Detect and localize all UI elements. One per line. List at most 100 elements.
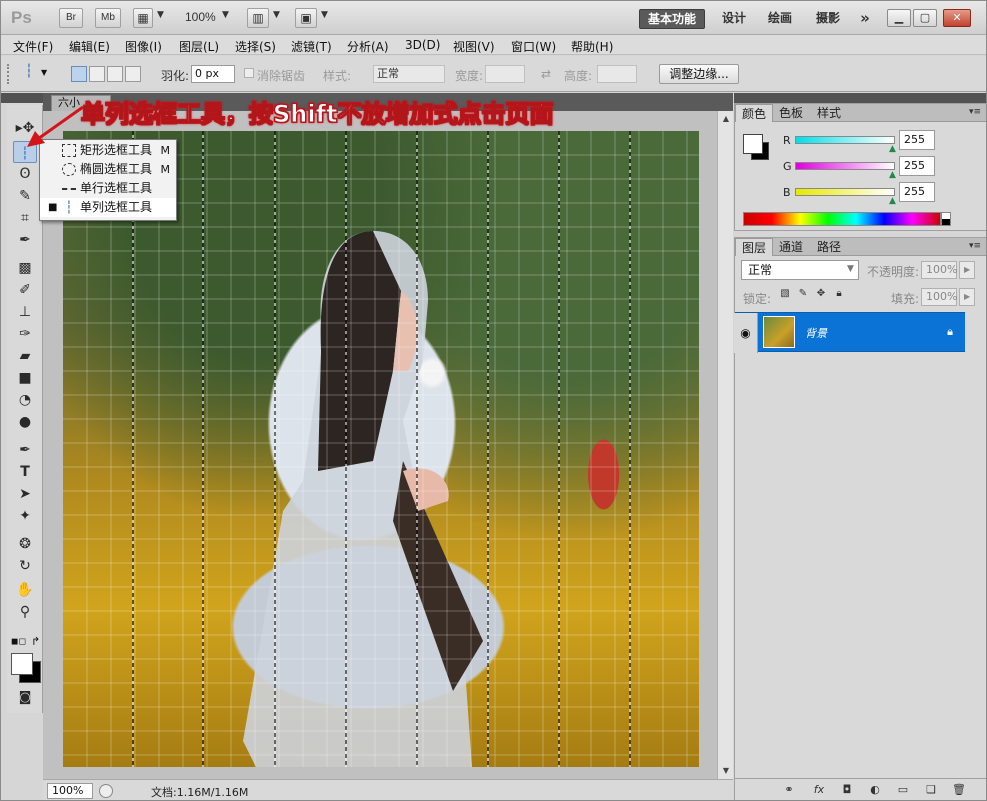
- new-group-icon[interactable]: ▭: [895, 783, 911, 797]
- chevron-down-icon[interactable]: ▼: [321, 10, 328, 20]
- menu-window[interactable]: 窗口(W): [511, 38, 556, 55]
- slider-knob-icon[interactable]: ▲: [889, 144, 896, 154]
- scroll-up-icon[interactable]: ▲: [718, 111, 734, 127]
- workspace-design[interactable]: 设计: [719, 9, 749, 29]
- intersect-selection-icon[interactable]: [125, 66, 141, 82]
- layer-name[interactable]: 背景: [805, 325, 827, 341]
- menu-help[interactable]: 帮助(H): [571, 38, 613, 55]
- flyout-ellipse-marquee[interactable]: 椭圆选框工具 M: [40, 160, 176, 179]
- chevron-down-icon[interactable]: ▼: [273, 10, 280, 20]
- layer-thumbnail[interactable]: [763, 316, 795, 348]
- blend-mode-select[interactable]: 正常: [741, 260, 859, 280]
- swap-icon[interactable]: ⇄: [541, 67, 551, 81]
- new-layer-icon[interactable]: ❏: [923, 783, 939, 797]
- menu-filter[interactable]: 滤镜(T): [291, 38, 332, 55]
- flyout-row-marquee[interactable]: 单行选框工具: [40, 179, 176, 198]
- add-selection-icon[interactable]: [89, 66, 105, 82]
- zoom-tool-icon[interactable]: ⚲: [13, 601, 37, 623]
- flyout-column-marquee[interactable]: ■ ┆ 单列选框工具: [40, 198, 176, 217]
- blur-tool-icon[interactable]: ◔: [13, 389, 37, 411]
- photo-canvas[interactable]: [63, 131, 699, 767]
- pen-tool-icon[interactable]: ✒: [13, 439, 37, 461]
- subtract-selection-icon[interactable]: [107, 66, 123, 82]
- channel-value[interactable]: 255: [899, 130, 935, 150]
- lock-transparent-icon[interactable]: ▧: [779, 288, 791, 300]
- zoom-field[interactable]: 100%: [47, 783, 93, 799]
- new-selection-icon[interactable]: [71, 66, 87, 82]
- height-input[interactable]: [597, 65, 637, 83]
- red-slider[interactable]: R ▲ 255: [743, 130, 983, 154]
- layer-row-background[interactable]: ◉ 背景 🔒︎: [734, 312, 965, 353]
- screen-mode-icon[interactable]: ▣: [295, 8, 317, 28]
- workspace-photography[interactable]: 摄影: [813, 9, 843, 29]
- channel-value[interactable]: 255: [899, 156, 935, 176]
- delete-layer-icon[interactable]: 🗑︎: [951, 783, 967, 797]
- menu-view[interactable]: 视图(V): [453, 38, 495, 55]
- tab-color[interactable]: 颜色: [735, 104, 774, 122]
- tab-swatches[interactable]: 色板: [773, 104, 809, 122]
- menu-edit[interactable]: 编辑(E): [69, 38, 110, 55]
- path-selection-tool-icon[interactable]: ➤: [13, 483, 37, 505]
- channel-value[interactable]: 255: [899, 182, 935, 202]
- minimize-icon[interactable]: ▁: [887, 9, 911, 27]
- lock-position-icon[interactable]: ✥: [815, 288, 827, 300]
- chevron-down-icon[interactable]: ▼: [41, 68, 47, 77]
- slider-knob-icon[interactable]: ▲: [889, 196, 896, 206]
- zoom-level[interactable]: 100%: [185, 10, 216, 24]
- green-slider[interactable]: G ▲ 255: [743, 156, 983, 180]
- bridge-button[interactable]: Br: [59, 8, 83, 28]
- menu-analysis[interactable]: 分析(A): [347, 38, 389, 55]
- tab-styles[interactable]: 样式: [811, 104, 847, 122]
- slider-track[interactable]: [795, 162, 895, 170]
- menu-file[interactable]: 文件(F): [13, 38, 53, 55]
- layer-style-icon[interactable]: fx: [811, 783, 827, 797]
- workspace-painting[interactable]: 绘画: [765, 9, 795, 29]
- lasso-tool-icon[interactable]: ʘ: [13, 163, 37, 185]
- brush-tool-icon[interactable]: ✐: [13, 279, 37, 301]
- shape-tool-icon[interactable]: ✦: [13, 505, 37, 527]
- quick-mask-icon[interactable]: ◙: [13, 687, 37, 709]
- 3d-rotate-tool-icon[interactable]: ❂: [13, 533, 37, 555]
- feather-input[interactable]: 0 px: [191, 65, 235, 83]
- panel-dock-header[interactable]: [734, 93, 986, 103]
- opacity-field[interactable]: 100%: [921, 261, 957, 279]
- chevron-right-icon[interactable]: ▶: [959, 288, 975, 306]
- healing-brush-tool-icon[interactable]: ▩: [13, 257, 37, 279]
- dodge-tool-icon[interactable]: ●: [13, 411, 37, 433]
- foreground-color-swatch[interactable]: [11, 653, 33, 675]
- lock-image-icon[interactable]: ✎: [797, 288, 809, 300]
- status-info-icon[interactable]: [99, 784, 113, 798]
- fill-field[interactable]: 100%: [921, 288, 957, 306]
- close-icon[interactable]: ✕: [943, 9, 971, 27]
- hand-tool-icon[interactable]: ✋: [13, 579, 37, 601]
- slider-track[interactable]: [795, 136, 895, 144]
- 3d-orbit-tool-icon[interactable]: ↻: [13, 555, 37, 577]
- refine-edge-button[interactable]: 调整边缘...: [659, 64, 739, 84]
- tab-paths[interactable]: 路径: [811, 238, 847, 256]
- menu-layer[interactable]: 图层(L): [179, 38, 219, 55]
- width-input[interactable]: [485, 65, 525, 83]
- tab-channels[interactable]: 通道: [773, 238, 809, 256]
- panel-menu-icon[interactable]: ▾≡: [969, 241, 981, 251]
- menu-image[interactable]: 图像(I): [125, 38, 162, 55]
- view-extras-icon[interactable]: ▦: [133, 8, 153, 28]
- color-swatches[interactable]: [11, 653, 43, 685]
- slider-knob-icon[interactable]: ▲: [889, 170, 896, 180]
- clone-stamp-tool-icon[interactable]: ⊥: [13, 301, 37, 323]
- eyedropper-tool-icon[interactable]: ✒: [13, 229, 37, 251]
- gradient-tool-icon[interactable]: ■: [13, 367, 37, 389]
- blue-slider[interactable]: B ▲ 255: [743, 182, 983, 206]
- color-ramp-bw[interactable]: [941, 212, 951, 226]
- panel-menu-icon[interactable]: ▾≡: [969, 107, 981, 117]
- color-ramp[interactable]: [743, 212, 941, 226]
- chevron-down-icon[interactable]: ▼: [157, 10, 164, 20]
- antialias-checkbox[interactable]: [244, 68, 254, 78]
- chevron-down-icon[interactable]: ▼: [847, 264, 854, 274]
- column-marquee-preset-icon[interactable]: ┆: [25, 64, 33, 79]
- arrange-documents-icon[interactable]: ▥: [247, 8, 269, 28]
- menu-select[interactable]: 选择(S): [235, 38, 276, 55]
- maximize-icon[interactable]: ▢: [913, 9, 937, 27]
- type-tool-icon[interactable]: T: [13, 461, 37, 483]
- swap-colors-icon[interactable]: ↱: [31, 635, 40, 648]
- history-brush-tool-icon[interactable]: ✑: [13, 323, 37, 345]
